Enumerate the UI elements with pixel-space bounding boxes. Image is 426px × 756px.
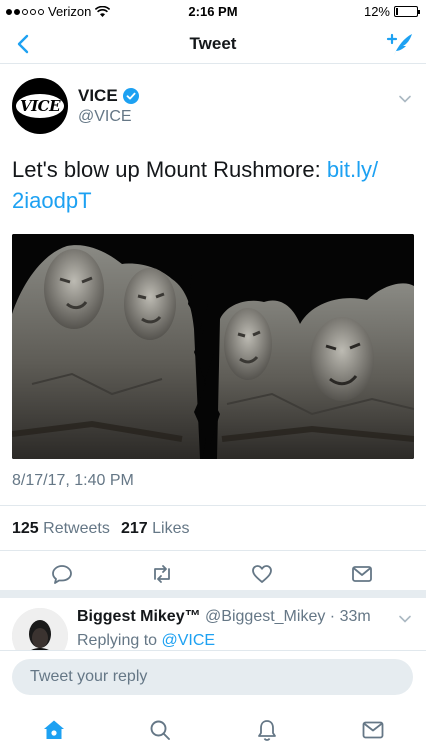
mount-rushmore-image (12, 234, 414, 459)
chevron-down-icon[interactable] (398, 612, 412, 626)
reply-display-name: Biggest Mikey™ (77, 608, 201, 625)
reply-composer: Tweet your reply (0, 650, 426, 704)
home-icon[interactable] (42, 718, 66, 742)
like-count[interactable]: 217 Likes (121, 520, 190, 538)
retweet-icon[interactable] (150, 562, 174, 586)
replying-label: Replying to (77, 632, 158, 649)
reply-handle: @Biggest_Mikey (205, 608, 326, 625)
tab-bar (0, 704, 426, 756)
reply-separator: · (325, 608, 340, 625)
like-number: 217 (121, 520, 148, 537)
clock: 2:16 PM (188, 4, 238, 19)
reply-placeholder: Tweet your reply (30, 668, 148, 685)
replying-to: Replying to @VICE (77, 632, 215, 650)
vice-logo: VICE (16, 94, 64, 118)
reply-author[interactable]: Biggest Mikey™ @Biggest_Mikey · 33m (77, 608, 371, 626)
share-icon[interactable] (350, 562, 374, 586)
reply-icon[interactable] (50, 562, 74, 586)
notifications-icon[interactable] (255, 718, 279, 742)
tweet-header: VICE VICE @VICE (12, 78, 414, 138)
compose-feather-icon[interactable] (386, 30, 414, 58)
tweet-text: Let's blow up Mount Rushmore: bit.ly/ 2i… (12, 154, 414, 216)
retweet-count[interactable]: 125 Retweets (12, 520, 110, 538)
verified-badge-icon (122, 88, 139, 104)
status-bar: Verizon 2:16 PM 12% (0, 0, 426, 24)
battery-icon (394, 6, 420, 17)
battery-status: 12% (363, 4, 420, 19)
author-name[interactable]: VICE (78, 86, 139, 106)
nav-bar: Tweet (0, 24, 426, 64)
tweet-body: Let's blow up Mount Rushmore: (12, 157, 327, 182)
replying-mention[interactable]: @VICE (162, 632, 216, 649)
battery-percent: 12% (363, 4, 390, 19)
tweet-image[interactable] (12, 234, 414, 459)
page-title: Tweet (189, 34, 237, 53)
battery-level (396, 8, 398, 15)
tweet-actions (0, 552, 426, 598)
messages-icon[interactable] (361, 718, 385, 742)
tweet-stats: 125 Retweets 217 Likes (0, 505, 426, 551)
tweet-timestamp: 8/17/17, 1:40 PM (12, 472, 134, 489)
retweet-number: 125 (12, 520, 39, 537)
reply-input[interactable]: Tweet your reply (12, 659, 413, 695)
reply-tweet[interactable]: Biggest Mikey™ @Biggest_Mikey · 33m Repl… (0, 606, 426, 650)
author-display-name: VICE (78, 86, 118, 105)
chevron-down-icon[interactable] (398, 92, 412, 106)
author-handle[interactable]: @VICE (78, 108, 132, 126)
reply-time: 33m (339, 608, 371, 625)
search-icon[interactable] (148, 718, 172, 742)
retweet-label: Retweets (43, 520, 110, 537)
like-icon[interactable] (250, 562, 274, 586)
author-avatar[interactable]: VICE (12, 78, 68, 134)
reply-avatar[interactable] (12, 608, 68, 650)
like-label: Likes (152, 520, 190, 537)
reply-avatar-image (12, 608, 68, 650)
